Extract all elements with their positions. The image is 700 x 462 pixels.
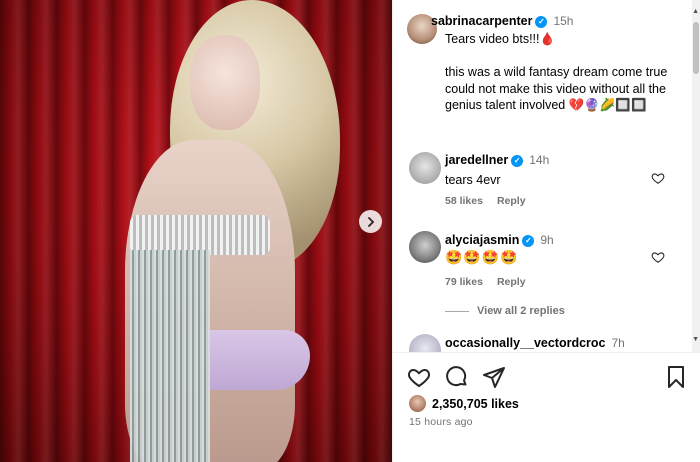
scroll-up-icon[interactable]: ▲ [692,8,699,15]
view-replies-button[interactable]: View all 2 replies [445,305,565,317]
heart-icon[interactable] [651,250,665,264]
photo-tassels [130,250,210,462]
comment-time[interactable]: 7h [612,336,625,350]
author-username[interactable]: sabrinacarpenter [431,14,532,28]
comments-panel: sabrinacarpenter ✓ 15h Tears video bts!!!🩸… [392,0,700,462]
comment-header: alyciajasmin ✓ 9h [445,233,554,247]
comment-likes[interactable]: 58 likes [445,195,483,207]
likes-count[interactable]: 2,350,705 likes [432,397,519,411]
comments-list[interactable]: sabrinacarpenter ✓ 15h Tears video bts!!!🩸… [393,0,693,352]
verified-icon: ✓ [511,154,524,167]
photo-face [190,35,260,130]
comment-meta: 79 likes Reply [445,276,540,288]
comment-text: 🤩🤩🤩🤩 [445,249,519,265]
heart-icon[interactable] [651,171,665,185]
caption-header: sabrinacarpenter ✓ 15h [431,14,671,28]
comment-icon[interactable] [445,365,469,389]
comment-time[interactable]: 14h [529,153,549,167]
liker-avatar [409,395,426,412]
heart-icon[interactable] [407,365,431,389]
send-icon[interactable] [482,365,506,389]
view-replies-label: View all 2 replies [477,305,565,317]
post-photo [110,0,350,462]
commenter-avatar[interactable] [409,231,441,263]
comment-time[interactable]: 9h [540,233,553,247]
comment-meta: 58 likes Reply [445,195,540,207]
likes-row: 2,350,705 likes [409,395,519,412]
verified-icon: ✓ [535,15,548,28]
verified-icon: ✓ [522,234,535,247]
comment-username[interactable]: alyciajasmin [445,233,519,247]
comments-scrollbar[interactable]: ▲ ▼ [692,0,700,352]
posted-time[interactable]: 15 hours ago [409,416,473,428]
reply-button[interactable]: Reply [497,195,526,207]
caption-time[interactable]: 15h [553,14,573,28]
next-media-button[interactable] [359,210,382,233]
comment-username[interactable]: jaredellner [445,153,508,167]
comment-header: jaredellner ✓ 14h [445,153,549,167]
comment-username[interactable]: occasionally__vectordcroc [445,336,606,350]
divider-line [445,310,469,312]
comment-header: occasionally__vectordcroc 7h [445,336,625,350]
comment-text: tears 4evr [445,173,501,187]
scroll-down-icon[interactable]: ▼ [692,336,699,343]
photo-fringe-top [130,215,270,255]
bookmark-icon[interactable] [665,365,687,389]
photo-briefs [200,330,310,390]
caption-text: Tears video bts!!!🩸 this was a wild fant… [445,32,668,112]
commenter-avatar[interactable] [409,334,441,352]
chevron-right-icon [367,216,374,227]
scroll-thumb[interactable] [693,22,699,74]
post-media[interactable] [0,0,392,462]
reply-button[interactable]: Reply [497,276,526,288]
commenter-avatar[interactable] [409,152,441,184]
comment-likes[interactable]: 79 likes [445,276,483,288]
post-actions: 2,350,705 likes 15 hours ago [393,352,700,462]
